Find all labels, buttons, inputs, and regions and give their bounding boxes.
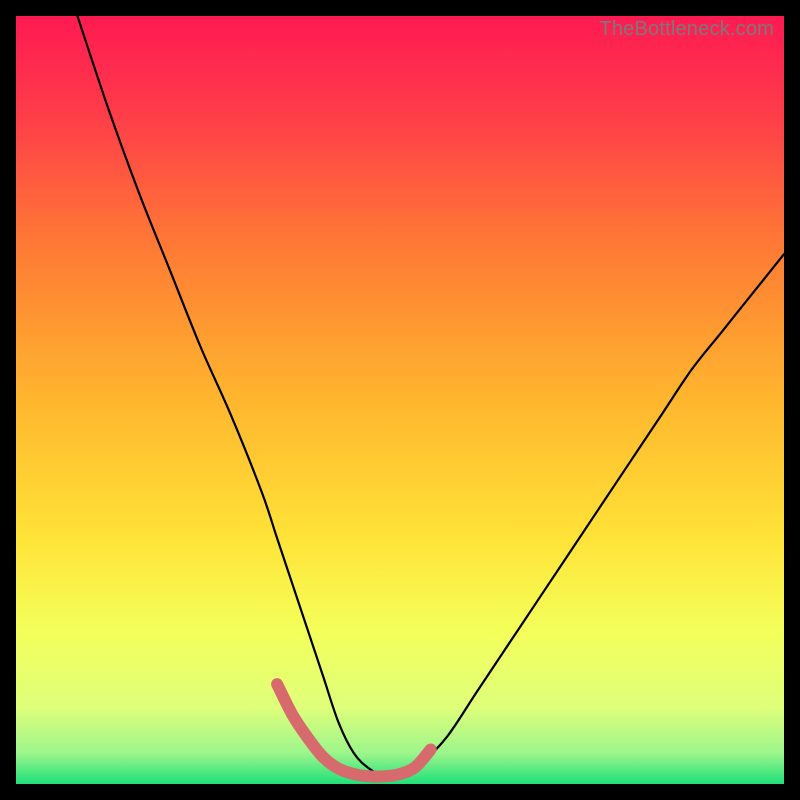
- chart-frame: TheBottleneck.com: [16, 16, 784, 784]
- bottleneck-chart: [16, 16, 784, 784]
- watermark-text: TheBottleneck.com: [599, 18, 774, 41]
- gradient-background: [16, 16, 784, 784]
